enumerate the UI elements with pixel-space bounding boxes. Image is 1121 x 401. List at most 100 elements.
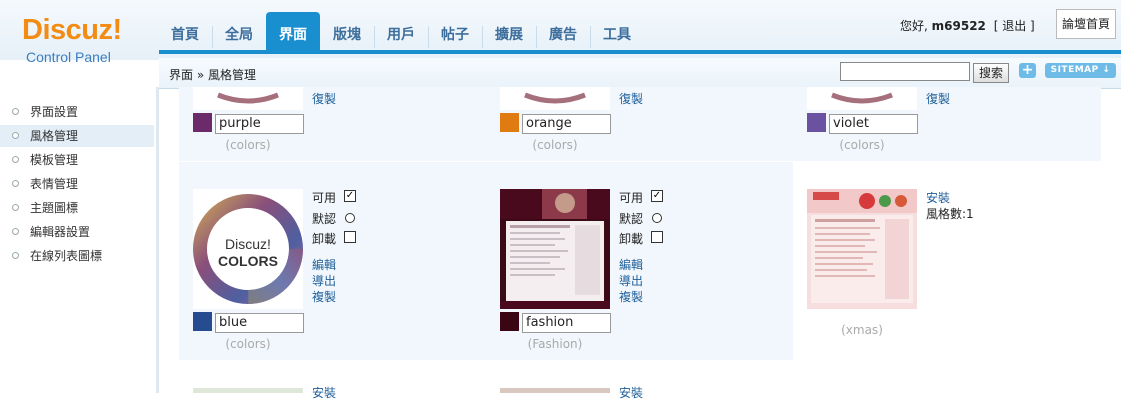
style-name-input[interactable]: fashion: [522, 313, 611, 333]
style-thumbnail-orange[interactable]: [500, 87, 610, 110]
style-name-input[interactable]: blue: [215, 313, 304, 333]
copy-link[interactable]: 複製: [312, 288, 336, 305]
style-thumbnail-xmas[interactable]: [807, 189, 917, 309]
search-input[interactable]: [840, 62, 970, 81]
copy-link[interactable]: 復製: [312, 90, 336, 107]
style-thumbnail-fashion[interactable]: [500, 189, 610, 309]
style-caption: (colors): [225, 138, 271, 152]
default-label: 默認: [619, 212, 644, 226]
default-label: 默認: [312, 212, 337, 226]
username: m69522: [931, 19, 986, 33]
thumb-title: Discuz!: [225, 236, 271, 252]
style-caption: (xmas): [841, 323, 883, 337]
style-name-input[interactable]: violet: [829, 114, 918, 134]
style-name-input[interactable]: orange: [522, 114, 611, 134]
style-thumbnail-violet[interactable]: [807, 87, 917, 110]
bullet-icon: [12, 156, 19, 163]
install-link[interactable]: 安裝: [926, 189, 950, 206]
enabled-checkbox[interactable]: ✓: [344, 190, 356, 202]
sidebar-item-interface-settings[interactable]: 界面設置: [0, 101, 154, 123]
breadcrumb: 界面 » 風格管理: [169, 68, 256, 82]
bullet-icon: [12, 252, 19, 259]
sidebar-item-label: 風格管理: [30, 129, 79, 143]
uninstall-checkbox[interactable]: [344, 231, 356, 243]
style-caption: (colors): [839, 138, 885, 152]
nav-item-global[interactable]: 全局: [213, 12, 265, 51]
search-button[interactable]: 搜索: [973, 63, 1009, 83]
sidebar-item-style-management[interactable]: 風格管理: [0, 125, 154, 147]
style-thumbnail-row3-1[interactable]: [193, 388, 303, 393]
sidebar-item-label: 表情管理: [30, 177, 79, 191]
bullet-icon: [12, 228, 19, 235]
sidebar-item-smilies[interactable]: 表情管理: [0, 173, 154, 195]
bullet-icon: [12, 108, 19, 115]
color-swatch: [807, 113, 826, 132]
nav-item-interface[interactable]: 界面: [266, 12, 320, 51]
color-swatch: [193, 113, 212, 132]
sitemap-button[interactable]: SITEMAP ↓: [1045, 63, 1116, 78]
enabled-label: 可用: [312, 191, 337, 205]
nav-item-home[interactable]: 首頁: [159, 12, 211, 51]
sidebar-divider: [156, 87, 159, 393]
copy-link[interactable]: 複製: [619, 288, 643, 305]
sidebar: 界面設置 風格管理 模板管理 表情管理 主題圖標 編輯器設置 在線列表圖標: [0, 87, 156, 393]
color-wheel-icon: [524, 92, 586, 104]
style-caption: (Fashion): [527, 337, 583, 351]
bullet-icon: [12, 132, 19, 139]
color-swatch: [500, 312, 519, 331]
logo[interactable]: Discuz! Control Panel: [0, 0, 156, 87]
export-link[interactable]: 導出: [312, 272, 336, 289]
color-wheel-icon: [831, 92, 893, 104]
sidebar-item-template-management[interactable]: 模板管理: [0, 149, 154, 171]
edit-link[interactable]: 編輯: [312, 256, 336, 273]
default-radio[interactable]: [652, 213, 662, 223]
bullet-icon: [12, 180, 19, 187]
color-wheel-icon: [217, 92, 279, 104]
style-name-input[interactable]: purple: [215, 114, 304, 134]
logout-link[interactable]: [ 退出 ]: [994, 19, 1035, 33]
sidebar-item-label: 界面設置: [30, 105, 79, 119]
color-wheel-icon: Discuz! COLORS: [193, 194, 303, 304]
style-caption: (colors): [532, 138, 578, 152]
uninstall-label: 卸載: [619, 232, 644, 246]
fashion-preview-icon: [500, 189, 610, 309]
nav-item-threads[interactable]: 帖子: [429, 12, 481, 51]
sidebar-item-label: 模板管理: [30, 153, 79, 167]
style-count-label: 風格數:1: [926, 207, 974, 221]
thumb-subtitle: COLORS: [218, 253, 278, 269]
style-thumbnail-purple[interactable]: [193, 87, 303, 110]
uninstall-label: 卸載: [312, 232, 337, 246]
sidebar-item-thread-icons[interactable]: 主題圖標: [0, 197, 154, 219]
style-thumbnail-row3-2[interactable]: [500, 388, 610, 393]
sidebar-item-editor-settings[interactable]: 編輯器設置: [0, 221, 154, 243]
logo-title: Discuz!: [22, 14, 122, 46]
add-shortcut-button[interactable]: +: [1019, 63, 1036, 78]
sidebar-item-label: 在線列表圖標: [30, 249, 103, 263]
export-link[interactable]: 導出: [619, 272, 643, 289]
nav-item-tools[interactable]: 工具: [591, 12, 643, 51]
copy-link[interactable]: 復製: [926, 90, 950, 107]
sidebar-item-label: 編輯器設置: [30, 225, 91, 239]
enabled-checkbox[interactable]: ✓: [651, 190, 663, 202]
nav-underline: [159, 50, 1121, 54]
nav-item-extensions[interactable]: 擴展: [483, 12, 535, 51]
sub-toolbar: 界面 » 風格管理 搜索 + SITEMAP ↓: [159, 58, 1121, 89]
color-swatch: [193, 312, 212, 331]
copy-link[interactable]: 復製: [619, 90, 643, 107]
style-caption: (colors): [225, 337, 271, 351]
edit-link[interactable]: 編輯: [619, 256, 643, 273]
nav-item-ads[interactable]: 廣告: [537, 12, 589, 51]
xmas-preview-icon: [807, 189, 917, 303]
uninstall-checkbox[interactable]: [651, 231, 663, 243]
nav-item-users[interactable]: 用戶: [375, 12, 427, 51]
default-radio[interactable]: [345, 213, 355, 223]
enabled-label: 可用: [619, 191, 644, 205]
logo-subtitle: Control Panel: [26, 49, 111, 65]
nav-item-forums[interactable]: 版塊: [321, 12, 373, 51]
sidebar-item-online-icons[interactable]: 在線列表圖標: [0, 245, 154, 267]
style-thumbnail-blue[interactable]: Discuz! COLORS: [193, 189, 303, 309]
user-info: 您好, m69522 [ 退出 ]: [900, 17, 1035, 34]
forum-home-button[interactable]: 論壇首頁: [1056, 9, 1116, 39]
greeting-text: 您好,: [900, 19, 928, 33]
color-swatch: [500, 113, 519, 132]
